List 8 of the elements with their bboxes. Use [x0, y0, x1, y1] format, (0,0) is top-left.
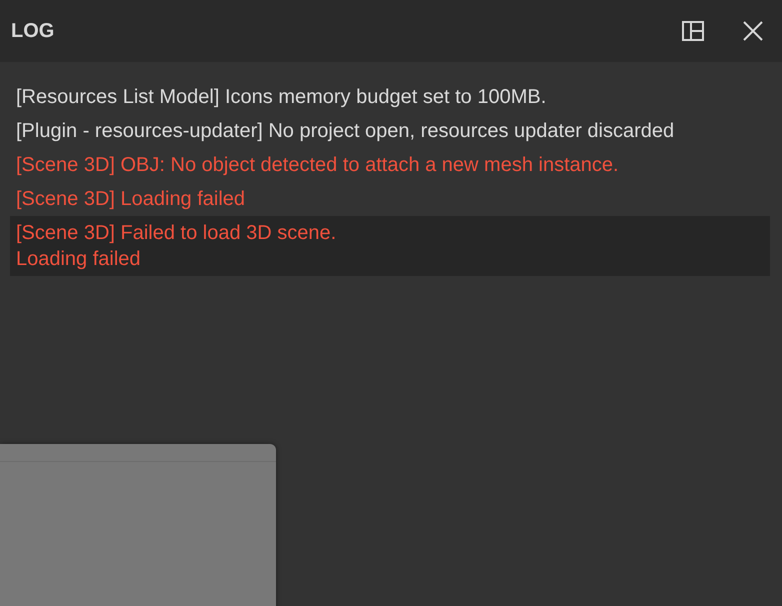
log-entry[interactable]: [Resources List Model] Icons memory budget set to 100MB. — [10, 80, 770, 114]
log-entry[interactable]: [Scene 3D] OBJ: No object detected to attach a new mesh instance. — [10, 148, 770, 182]
log-entry[interactable]: [Scene 3D] Failed to load 3D scene. Loading failed — [10, 216, 770, 276]
close-icon[interactable] — [741, 19, 765, 43]
log-entry[interactable]: [Scene 3D] Loading failed — [10, 182, 770, 216]
layout-icon[interactable] — [681, 19, 705, 43]
log-entry[interactable]: [Plugin - resources-updater] No project open, resources updater discarded — [10, 114, 770, 148]
panel-title: LOG — [11, 20, 56, 42]
